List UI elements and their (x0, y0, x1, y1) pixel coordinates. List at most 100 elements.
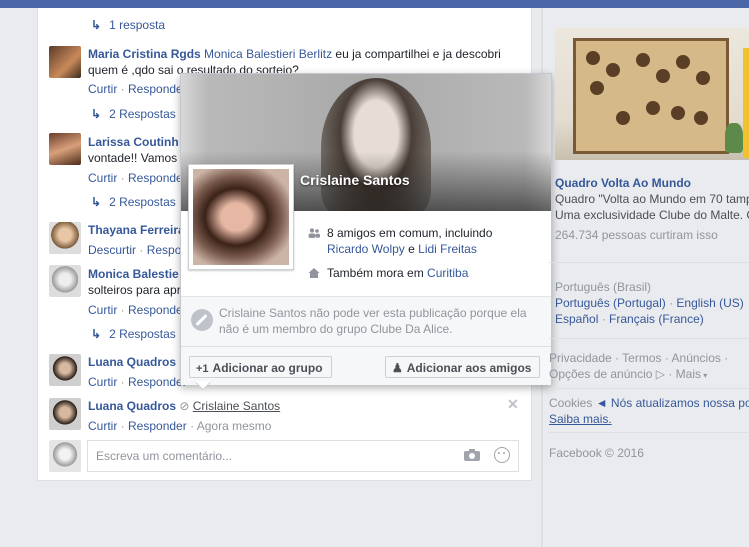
replies-count: 1 resposta (109, 18, 166, 32)
language-link[interactable]: Português (Portugal) (555, 296, 666, 310)
board-dot (694, 111, 708, 125)
mutual-friends: 8 amigos em comum, incluindo Ricardo Wol… (327, 225, 492, 257)
board-dot (671, 106, 685, 120)
board-dot (616, 111, 630, 125)
language-link[interactable]: English (US) (676, 296, 743, 310)
comment-actions: Descurtir · Respo (88, 243, 182, 257)
like-link[interactable]: Curtir (88, 303, 117, 317)
commenter-name[interactable]: Thayana Ferreira (88, 223, 185, 237)
comment-body: Monica Balestie solteiros para apr (88, 266, 181, 298)
board-dot (590, 81, 604, 95)
learn-more-link[interactable]: Saiba mais. (549, 412, 612, 426)
profile-hovercard: Crislaine Santos 8 amigos em comum, incl… (180, 73, 552, 385)
ad-description-line: Quadro "Volta ao Mundo em 70 tamp (555, 192, 749, 206)
comment-text: eu ja compartilhei e ja descobri (332, 47, 501, 61)
pencil-icon (191, 309, 213, 331)
avatar[interactable] (49, 354, 81, 386)
like-link[interactable]: Curtir (88, 171, 117, 185)
like-link[interactable]: Curtir (88, 82, 117, 96)
comment-body: Thayana Ferreira (88, 222, 185, 238)
avatar[interactable] (49, 265, 81, 297)
comment-actions: Curtir · Responder (88, 375, 187, 389)
ad-choices-link[interactable]: Opções de anúncio (549, 367, 652, 381)
profile-picture[interactable] (188, 164, 294, 270)
more-link[interactable]: Mais (676, 367, 701, 381)
conjunction: e (404, 242, 419, 256)
comment-text: solteiros para apr (88, 283, 181, 297)
separator: · (661, 351, 672, 365)
ad-title[interactable]: Quadro Volta Ao Mundo (555, 175, 691, 191)
friend-link[interactable]: Lidi Freitas (418, 242, 477, 256)
commenter-name[interactable]: Larissa Coutinh (88, 135, 179, 149)
commenter-name[interactable]: Luana Quadros (88, 355, 176, 369)
lives-in-text: Também mora em (327, 266, 428, 280)
friends-icon (308, 228, 320, 238)
current-language: Português (Brasil) (555, 280, 652, 294)
replies-count: 2 Respostas (109, 195, 176, 209)
comment-input-box (87, 440, 519, 472)
comment-actions: Curtir · Responder · Agora mesmo (88, 419, 272, 433)
cookies-label: Cookies (549, 396, 593, 410)
divider (549, 338, 749, 339)
friend-link[interactable]: Ricardo Wolpy (327, 242, 405, 256)
cookies-notice: Cookies ◄ Nós atualizamos nossa po (549, 395, 749, 411)
reply-arrow-icon: ↳ (91, 18, 102, 32)
view-replies-link[interactable]: ↳ 2 Respostas (91, 194, 176, 210)
ad-choices-icon: ▷ (655, 367, 665, 381)
add-friend-icon: ♟ (392, 361, 403, 375)
mention-link[interactable]: Monica Balestieri Berlitz (204, 47, 332, 61)
mention-link[interactable]: Crislaine Santos (193, 399, 280, 413)
reply-arrow-icon: ↳ (91, 195, 102, 209)
board-dot (696, 71, 710, 85)
reply-link[interactable]: Responder (128, 375, 187, 389)
separator: · (598, 312, 610, 326)
language-link[interactable]: Français (France) (609, 312, 704, 326)
add-friend-button[interactable]: ♟ Adicionar aos amigos (385, 356, 541, 378)
camera-icon[interactable] (464, 449, 480, 461)
add-to-group-button[interactable]: +1 Adicionar ao grupo (189, 356, 332, 378)
reply-link[interactable]: Responder (128, 419, 187, 433)
close-icon[interactable]: ✕ (507, 396, 519, 413)
notice-text: Crislaine Santos não pode ver esta publi… (219, 306, 527, 336)
comment-input[interactable] (94, 448, 448, 464)
language-row: Español · Français (France) (555, 311, 704, 327)
commenter-name[interactable]: Luana Quadros (88, 399, 176, 413)
reply-link[interactable]: Responder (128, 171, 187, 185)
view-replies-link[interactable]: ↳ 2 Respostas (91, 326, 176, 342)
avatar[interactable] (49, 222, 81, 254)
learn-more-row: Saiba mais. (549, 411, 612, 427)
reply-link[interactable]: Respo (147, 243, 182, 257)
hovercard-pointer (195, 381, 211, 389)
like-link[interactable]: Curtir (88, 375, 117, 389)
commenter-name[interactable]: Monica Balestie (88, 267, 179, 281)
view-replies-link[interactable]: ↳ 2 Respostas (91, 106, 176, 122)
comment-timestamp: Agora mesmo (196, 419, 272, 433)
city-link[interactable]: Curitiba (427, 266, 468, 280)
ads-link[interactable]: Anúncios (672, 351, 721, 365)
commenter-name[interactable]: Maria Cristina Rgds (88, 47, 201, 61)
view-replies-link[interactable]: ↳ 1 resposta (91, 17, 165, 33)
replies-count: 2 Respostas (109, 107, 176, 121)
add-friend-label: Adicionar aos amigos (406, 361, 532, 375)
ad-image[interactable] (555, 28, 749, 160)
ad-likes: 264.734 pessoas curtiram isso (555, 228, 718, 242)
comment-actions: Curtir · Responder (88, 171, 187, 185)
avatar[interactable] (49, 46, 81, 78)
mutual-friends-text: 8 amigos em comum, incluindo (327, 226, 493, 240)
reply-link[interactable]: Responder (128, 82, 187, 96)
terms-link[interactable]: Termos (622, 351, 661, 365)
reply-link[interactable]: Responder (128, 303, 187, 317)
avatar[interactable] (49, 398, 81, 430)
ad-description: Quadro "Volta ao Mundo em 70 tamp Uma exc… (555, 191, 749, 223)
avatar[interactable] (49, 133, 81, 165)
board-dot (636, 53, 650, 67)
unlike-link[interactable]: Descurtir (88, 243, 136, 257)
language-link[interactable]: Español (555, 312, 598, 326)
like-link[interactable]: Curtir (88, 419, 117, 433)
privacy-link[interactable]: Privacidade (549, 351, 612, 365)
comment-actions: Curtir · Responder (88, 303, 187, 317)
emoji-icon[interactable] (494, 447, 510, 463)
cookies-link[interactable]: ◄ Nós atualizamos nossa po (596, 396, 749, 410)
add-member-icon: +1 (196, 363, 209, 375)
profile-name[interactable]: Crislaine Santos (300, 172, 410, 188)
